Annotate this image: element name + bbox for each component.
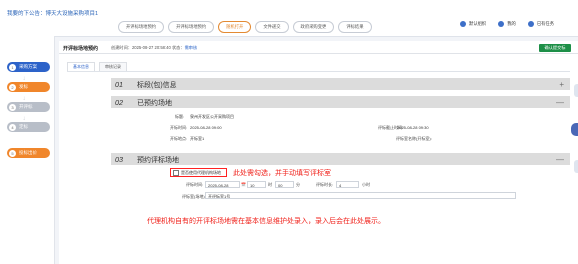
section-lot-info[interactable]: 01 标段(包)信息 + bbox=[111, 78, 570, 90]
room-label: 评标室(场地): bbox=[182, 194, 206, 199]
meta-info: 创建时间：2025-08-27 20:58:40 状态：需审核 bbox=[111, 45, 198, 50]
place-label: 开标地点: bbox=[170, 136, 188, 141]
duration-select[interactable]: 4 bbox=[336, 181, 359, 188]
end-time-value: 2025-08-28 09:30 bbox=[397, 125, 429, 130]
duration-label: 评标时长: bbox=[316, 182, 334, 187]
collapse-icon[interactable]: — bbox=[556, 98, 564, 107]
hour-unit: 时 bbox=[268, 182, 272, 187]
user-icon bbox=[498, 21, 505, 27]
bottom-note: 代理机构自有的开评标场地需在基本信息维护处录入，录入后会在此处展示。 bbox=[147, 218, 385, 225]
use-agency-venue-label: 是否使用代理机构场地 bbox=[181, 169, 221, 175]
use-agency-venue-checkbox[interactable] bbox=[173, 169, 179, 176]
project-value: 泉州开发区公开采购项目 bbox=[190, 114, 234, 119]
sidebar-step-price[interactable]: 5 投标出价 bbox=[7, 148, 50, 158]
check-hint: 此处需勾选，并手动填写评标室 bbox=[233, 170, 331, 177]
minute-select[interactable]: 00 bbox=[275, 181, 294, 188]
default-org-button[interactable]: 默认组织 bbox=[460, 21, 486, 27]
sidebar-step-bid[interactable]: 2 发标 bbox=[7, 82, 50, 92]
section-book-venue[interactable]: 03 预约评标场地 — bbox=[111, 153, 570, 165]
section-number: 01 bbox=[115, 80, 123, 89]
page-title: 开评标场地预约 bbox=[63, 46, 99, 52]
review-time-label: 评标时间: bbox=[186, 182, 204, 187]
divider bbox=[67, 71, 570, 72]
section-title: 已预约场地 bbox=[137, 100, 172, 107]
section-reserved-venue[interactable]: 02 已预约场地 — bbox=[111, 96, 570, 108]
right-side-handle[interactable] bbox=[574, 84, 578, 97]
scroll-handle[interactable] bbox=[574, 160, 578, 173]
top-tabs: 开评标场地预约 开评标场地预约 随机打开 文件递交 政府采购变更 评标结果 bbox=[118, 21, 372, 33]
tab-venue-booking-2[interactable]: 开评标场地预约 bbox=[168, 21, 215, 33]
section-number: 02 bbox=[115, 98, 123, 107]
app-title: 我要的下公告：博天大设施采购项目1 bbox=[7, 11, 99, 17]
review-room-label: 评标室名称(开标室): bbox=[396, 136, 432, 141]
section-title: 预约评标场地 bbox=[137, 157, 179, 164]
me-button[interactable]: 我的 bbox=[498, 21, 516, 27]
task-icon bbox=[527, 21, 534, 27]
step-number: 1 bbox=[9, 63, 16, 71]
collapse-icon[interactable]: — bbox=[556, 155, 564, 164]
main-header: 开评标场地预约 创建时间：2025-08-27 20:58:40 状态：需审核 … bbox=[59, 41, 578, 54]
tasks-button[interactable]: 已有任务 bbox=[527, 21, 554, 27]
calendar-icon[interactable]: 📅 bbox=[241, 182, 246, 187]
confirm-submit-button[interactable]: 确认提交标 bbox=[539, 44, 571, 52]
tab-evaluation-result[interactable]: 评标结果 bbox=[338, 21, 372, 33]
sidebar: 1 采购方案 ↓ 2 发标 ↓ 3 开评标 ↓ 4 定标 5 投标出价 bbox=[0, 36, 55, 264]
tab-procurement-change[interactable]: 政府采购变更 bbox=[292, 21, 335, 33]
hour-select[interactable]: 10 bbox=[247, 181, 266, 188]
open-time-label: 开标时间: bbox=[170, 125, 188, 130]
step-number: 3 bbox=[9, 103, 16, 111]
use-agency-venue-option[interactable]: 是否使用代理机构场地 bbox=[170, 168, 227, 177]
project-label: 标题: bbox=[175, 114, 185, 119]
sidebar-step-open[interactable]: 3 开评标 bbox=[7, 102, 50, 112]
step-number: 4 bbox=[9, 123, 16, 131]
top-actions: 默认组织 我的 已有任务 bbox=[460, 21, 554, 27]
date-input[interactable]: 2025-08-28 bbox=[205, 181, 240, 188]
minute-unit: 分 bbox=[296, 182, 300, 187]
room-input[interactable]: 开评标室1号 bbox=[205, 192, 516, 199]
tab-file-submit[interactable]: 文件递交 bbox=[255, 21, 289, 33]
top-bar: 我要的下公告：博天大设施采购项目1 开评标场地预约 开评标场地预约 随机打开 文… bbox=[0, 0, 578, 37]
org-icon bbox=[460, 21, 467, 27]
open-time-value: 2025-08-28 09:00 bbox=[190, 125, 222, 130]
place-value: 开标室1 bbox=[190, 136, 205, 141]
step-number: 5 bbox=[9, 149, 16, 157]
tab-venue-booking-1[interactable]: 开评标场地预约 bbox=[118, 21, 165, 33]
step-number: 2 bbox=[9, 83, 16, 91]
section-title: 标段(包)信息 bbox=[137, 82, 177, 89]
section-number: 03 bbox=[115, 155, 123, 164]
status-link[interactable]: 需审核 bbox=[185, 45, 198, 50]
main-content: 开评标场地预约 创建时间：2025-08-27 20:58:40 状态：需审核 … bbox=[59, 41, 578, 264]
hours-unit: 小时 bbox=[362, 182, 370, 187]
tab-random-open[interactable]: 随机打开 bbox=[218, 21, 252, 33]
sidebar-step-award[interactable]: 4 定标 bbox=[7, 122, 50, 132]
help-icon[interactable] bbox=[571, 123, 578, 136]
sidebar-step-plan[interactable]: 1 采购方案 bbox=[7, 62, 50, 72]
expand-icon[interactable]: + bbox=[559, 80, 564, 89]
